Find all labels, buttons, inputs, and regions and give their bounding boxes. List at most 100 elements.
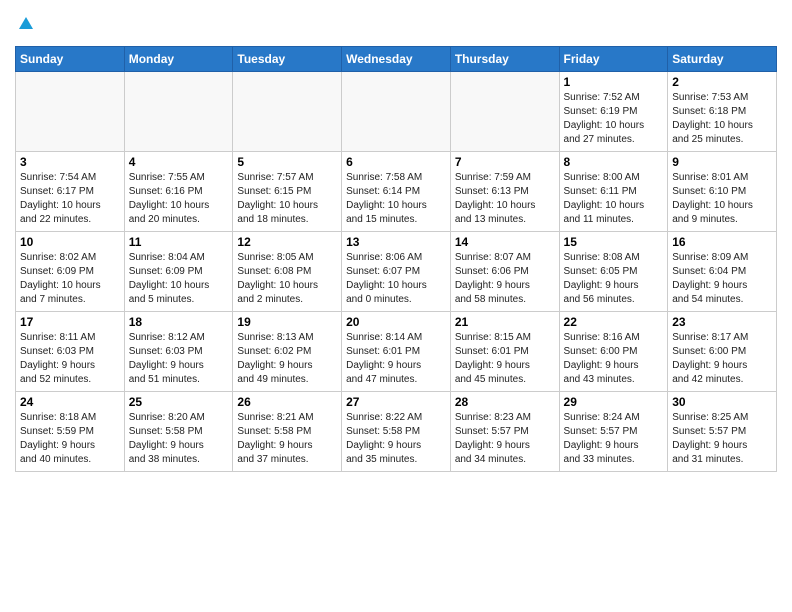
calendar-cell: 4 Sunrise: 7:55 AM Sunset: 6:16 PM Daylig… [124, 152, 233, 232]
calendar-cell: 3 Sunrise: 7:54 AM Sunset: 6:17 PM Daylig… [16, 152, 125, 232]
calendar-header-friday: Friday [559, 47, 668, 72]
calendar-cell: 19 Sunrise: 8:13 AM Sunset: 6:02 PM Dayli… [233, 312, 342, 392]
day-info: Sunrise: 8:13 AM Sunset: 6:02 PM Dayligh… [237, 331, 337, 387]
calendar-week-4: 17 Sunrise: 8:11 AM Sunset: 6:03 PM Dayli… [16, 312, 777, 392]
day-number: 8 [564, 155, 664, 169]
calendar-cell: 8 Sunrise: 8:00 AM Sunset: 6:11 PM Daylig… [559, 152, 668, 232]
day-number: 16 [672, 235, 772, 249]
calendar-cell: 1 Sunrise: 7:52 AM Sunset: 6:19 PM Daylig… [559, 72, 668, 152]
calendar-header-saturday: Saturday [668, 47, 777, 72]
day-number: 9 [672, 155, 772, 169]
day-number: 4 [129, 155, 229, 169]
calendar-week-2: 3 Sunrise: 7:54 AM Sunset: 6:17 PM Daylig… [16, 152, 777, 232]
day-number: 15 [564, 235, 664, 249]
calendar-cell: 11 Sunrise: 8:04 AM Sunset: 6:09 PM Dayli… [124, 232, 233, 312]
day-info: Sunrise: 7:58 AM Sunset: 6:14 PM Dayligh… [346, 171, 446, 227]
calendar-cell: 7 Sunrise: 7:59 AM Sunset: 6:13 PM Daylig… [450, 152, 559, 232]
day-number: 7 [455, 155, 555, 169]
calendar-cell: 24Sunrise: 8:18 AM Sunset: 5:59 PM Dayli… [16, 392, 125, 472]
calendar-cell: 22 Sunrise: 8:16 AM Sunset: 6:00 PM Dayli… [559, 312, 668, 392]
calendar-cell: 16 Sunrise: 8:09 AM Sunset: 6:04 PM Dayli… [668, 232, 777, 312]
day-number: 25 [129, 395, 229, 409]
calendar-cell: 13 Sunrise: 8:06 AM Sunset: 6:07 PM Dayli… [342, 232, 451, 312]
day-info: Sunrise: 7:53 AM Sunset: 6:18 PM Dayligh… [672, 91, 772, 147]
calendar-cell: 20 Sunrise: 8:14 AM Sunset: 6:01 PM Dayli… [342, 312, 451, 392]
day-number: 30 [672, 395, 772, 409]
day-info: Sunrise: 8:24 AM Sunset: 5:57 PM Dayligh… [564, 411, 664, 467]
day-number: 17 [20, 315, 120, 329]
day-info: Sunrise: 8:07 AM Sunset: 6:06 PM Dayligh… [455, 251, 555, 307]
calendar-cell: 29 Sunrise: 8:24 AM Sunset: 5:57 PM Dayli… [559, 392, 668, 472]
day-number: 28 [455, 395, 555, 409]
calendar-header-row: SundayMondayTuesdayWednesdayThursdayFrid… [16, 47, 777, 72]
calendar-cell [342, 72, 451, 152]
day-info: Sunrise: 8:21 AM Sunset: 5:58 PM Dayligh… [237, 411, 337, 467]
day-number: 11 [129, 235, 229, 249]
calendar-cell: 15 Sunrise: 8:08 AM Sunset: 6:05 PM Dayli… [559, 232, 668, 312]
day-number: 26 [237, 395, 337, 409]
day-info: Sunrise: 8:15 AM Sunset: 6:01 PM Dayligh… [455, 331, 555, 387]
day-number: 14 [455, 235, 555, 249]
calendar-cell [16, 72, 125, 152]
calendar-header-monday: Monday [124, 47, 233, 72]
calendar-header-tuesday: Tuesday [233, 47, 342, 72]
day-info: Sunrise: 8:18 AM Sunset: 5:59 PM Dayligh… [20, 411, 120, 467]
calendar-header-wednesday: Wednesday [342, 47, 451, 72]
calendar-cell: 21 Sunrise: 8:15 AM Sunset: 6:01 PM Dayli… [450, 312, 559, 392]
day-info: Sunrise: 8:04 AM Sunset: 6:09 PM Dayligh… [129, 251, 229, 307]
page-container: SundayMondayTuesdayWednesdayThursdayFrid… [0, 0, 792, 482]
day-number: 23 [672, 315, 772, 329]
day-number: 22 [564, 315, 664, 329]
calendar-cell: 25Sunrise: 8:20 AM Sunset: 5:58 PM Dayli… [124, 392, 233, 472]
day-info: Sunrise: 8:09 AM Sunset: 6:04 PM Dayligh… [672, 251, 772, 307]
day-info: Sunrise: 8:14 AM Sunset: 6:01 PM Dayligh… [346, 331, 446, 387]
day-number: 13 [346, 235, 446, 249]
day-number: 2 [672, 75, 772, 89]
calendar-cell: 9 Sunrise: 8:01 AM Sunset: 6:10 PM Daylig… [668, 152, 777, 232]
calendar-cell: 27Sunrise: 8:22 AM Sunset: 5:58 PM Dayli… [342, 392, 451, 472]
calendar-cell: 14 Sunrise: 8:07 AM Sunset: 6:06 PM Dayli… [450, 232, 559, 312]
day-number: 19 [237, 315, 337, 329]
day-info: Sunrise: 8:17 AM Sunset: 6:00 PM Dayligh… [672, 331, 772, 387]
day-number: 3 [20, 155, 120, 169]
calendar-cell: 18Sunrise: 8:12 AM Sunset: 6:03 PM Dayli… [124, 312, 233, 392]
calendar-cell [124, 72, 233, 152]
calendar-week-5: 24Sunrise: 8:18 AM Sunset: 5:59 PM Dayli… [16, 392, 777, 472]
calendar-week-1: 1 Sunrise: 7:52 AM Sunset: 6:19 PM Daylig… [16, 72, 777, 152]
day-info: Sunrise: 8:12 AM Sunset: 6:03 PM Dayligh… [129, 331, 229, 387]
day-number: 5 [237, 155, 337, 169]
day-info: Sunrise: 7:52 AM Sunset: 6:19 PM Dayligh… [564, 91, 664, 147]
calendar-cell: 17 Sunrise: 8:11 AM Sunset: 6:03 PM Dayli… [16, 312, 125, 392]
day-info: Sunrise: 7:54 AM Sunset: 6:17 PM Dayligh… [20, 171, 120, 227]
calendar-cell: 5 Sunrise: 7:57 AM Sunset: 6:15 PM Daylig… [233, 152, 342, 232]
day-number: 21 [455, 315, 555, 329]
day-info: Sunrise: 8:02 AM Sunset: 6:09 PM Dayligh… [20, 251, 120, 307]
day-info: Sunrise: 8:08 AM Sunset: 6:05 PM Dayligh… [564, 251, 664, 307]
calendar-cell: 6Sunrise: 7:58 AM Sunset: 6:14 PM Daylig… [342, 152, 451, 232]
day-info: Sunrise: 8:06 AM Sunset: 6:07 PM Dayligh… [346, 251, 446, 307]
calendar-cell [450, 72, 559, 152]
day-info: Sunrise: 8:16 AM Sunset: 6:00 PM Dayligh… [564, 331, 664, 387]
day-number: 12 [237, 235, 337, 249]
calendar-cell: 2 Sunrise: 7:53 AM Sunset: 6:18 PM Daylig… [668, 72, 777, 152]
calendar-cell: 10Sunrise: 8:02 AM Sunset: 6:09 PM Dayli… [16, 232, 125, 312]
day-info: Sunrise: 8:05 AM Sunset: 6:08 PM Dayligh… [237, 251, 337, 307]
day-number: 20 [346, 315, 446, 329]
day-info: Sunrise: 8:01 AM Sunset: 6:10 PM Dayligh… [672, 171, 772, 227]
day-info: Sunrise: 8:00 AM Sunset: 6:11 PM Dayligh… [564, 171, 664, 227]
day-info: Sunrise: 7:59 AM Sunset: 6:13 PM Dayligh… [455, 171, 555, 227]
calendar-cell: 28Sunrise: 8:23 AM Sunset: 5:57 PM Dayli… [450, 392, 559, 472]
logo-icon [17, 15, 35, 33]
logo-line [15, 15, 35, 38]
day-number: 29 [564, 395, 664, 409]
day-info: Sunrise: 7:57 AM Sunset: 6:15 PM Dayligh… [237, 171, 337, 227]
calendar-header-sunday: Sunday [16, 47, 125, 72]
day-info: Sunrise: 7:55 AM Sunset: 6:16 PM Dayligh… [129, 171, 229, 227]
calendar-header-thursday: Thursday [450, 47, 559, 72]
calendar-cell: 12 Sunrise: 8:05 AM Sunset: 6:08 PM Dayli… [233, 232, 342, 312]
header [15, 10, 777, 38]
day-number: 1 [564, 75, 664, 89]
day-info: Sunrise: 8:11 AM Sunset: 6:03 PM Dayligh… [20, 331, 120, 387]
calendar-cell: 30Sunrise: 8:25 AM Sunset: 5:57 PM Dayli… [668, 392, 777, 472]
calendar-table: SundayMondayTuesdayWednesdayThursdayFrid… [15, 46, 777, 472]
